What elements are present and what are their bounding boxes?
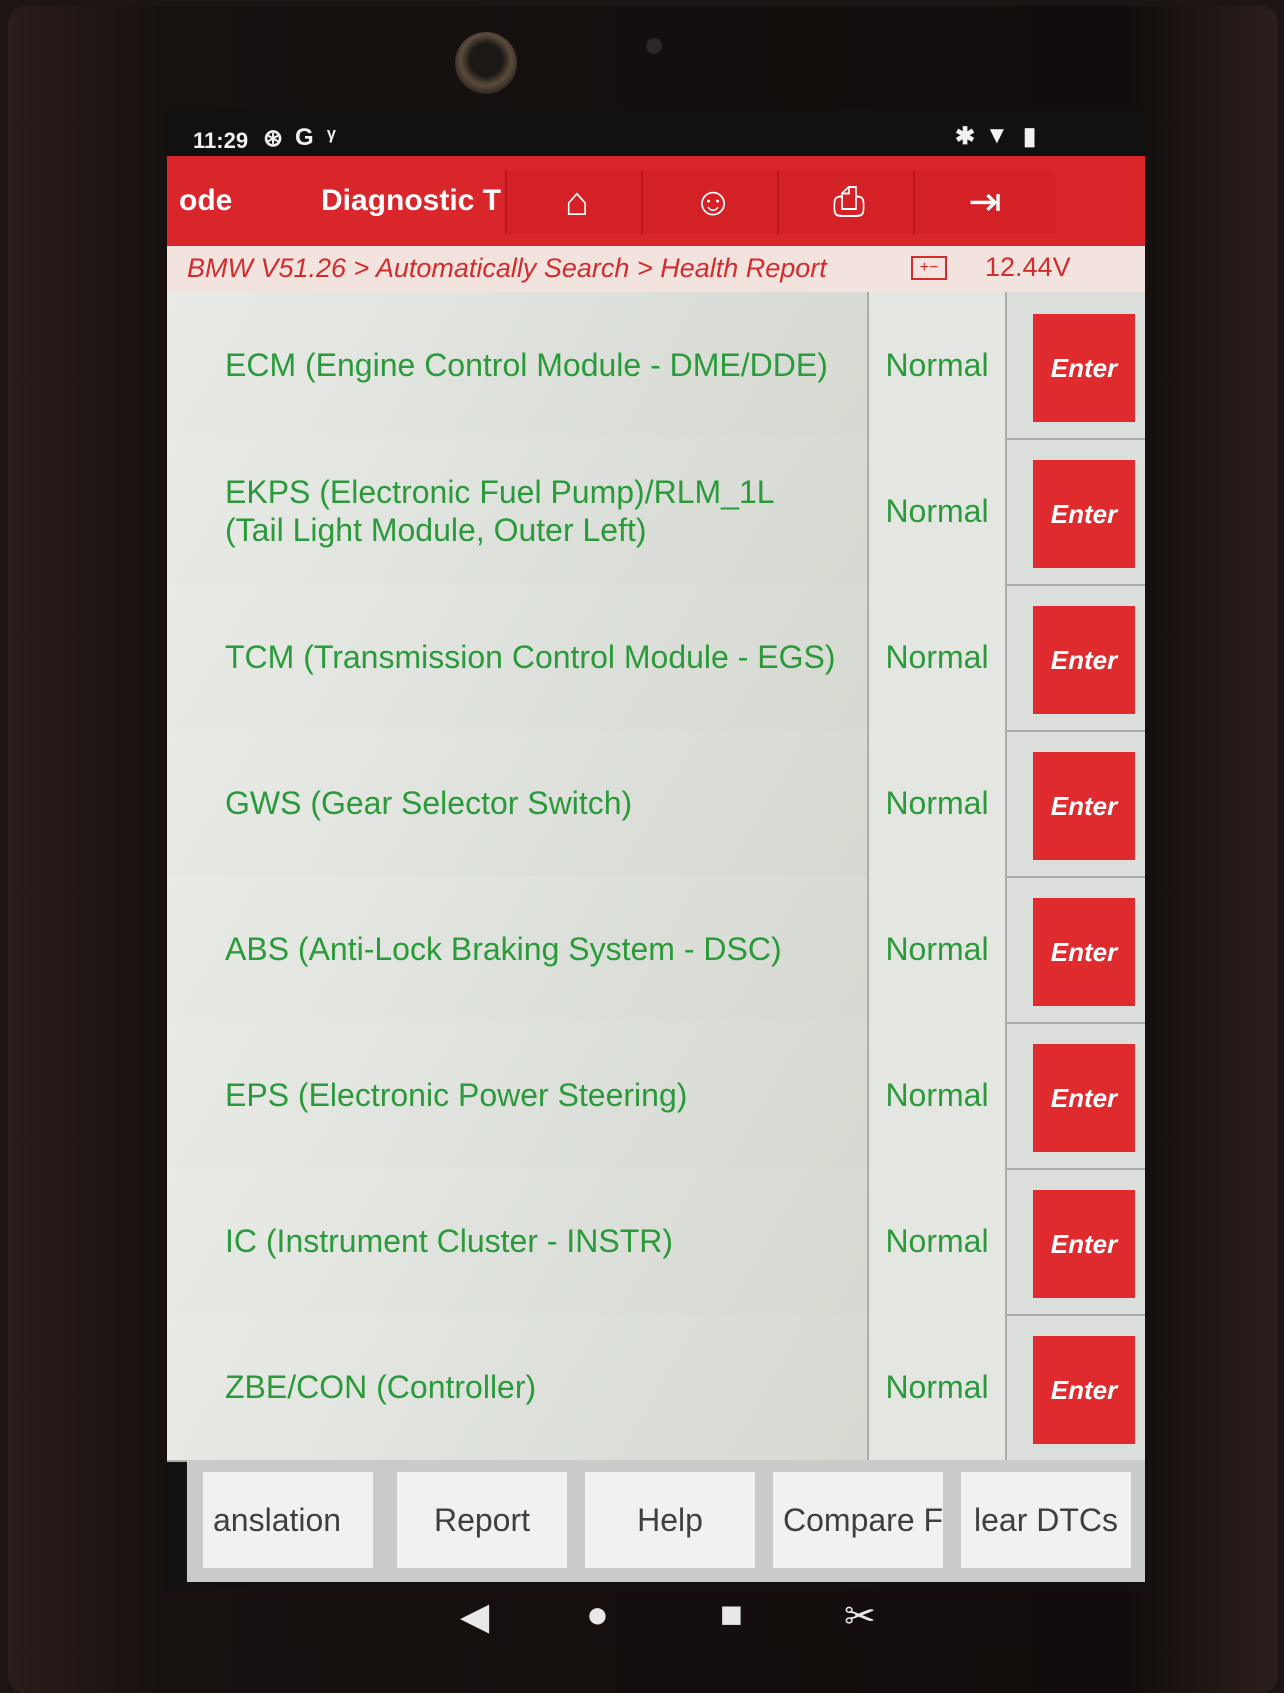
screenshot-icon[interactable]: ✂ <box>844 1594 876 1639</box>
enter-button[interactable]: Enter <box>1033 1190 1135 1298</box>
report-button[interactable]: Report <box>397 1472 567 1568</box>
module-name: EPS (Electronic Power Steering) <box>225 1077 688 1113</box>
module-name: ABS (Anti-Lock Braking System - DSC) <box>225 931 782 967</box>
front-camera <box>455 32 517 94</box>
enter-button[interactable]: Enter <box>1033 898 1135 1006</box>
module-name-cell: ABS (Anti-Lock Braking System - DSC) <box>167 876 869 1022</box>
car-battery-icon: +− <box>911 256 947 280</box>
module-status: Normal <box>869 730 1007 876</box>
module-name: ECM (Engine Control Module - DME/DDE) <box>225 347 828 383</box>
module-name: ZBE/CON (Controller) <box>225 1369 537 1405</box>
translation-button[interactable]: anslation <box>203 1472 373 1568</box>
status-time: 11:29 <box>193 128 249 153</box>
table-row: ABS (Anti-Lock Braking System - DSC) Nor… <box>167 876 1145 1024</box>
google-icon: G <box>295 124 314 151</box>
module-name-cell: GWS (Gear Selector Switch) <box>167 730 869 876</box>
support-icon[interactable]: ☺ <box>641 170 783 234</box>
enter-button[interactable]: Enter <box>1033 606 1135 714</box>
module-status: Normal <box>869 1022 1007 1168</box>
battery-voltage: 12.44V <box>985 252 1071 282</box>
table-row: EKPS (Electronic Fuel Pump)/RLM_1L (Tail… <box>167 438 1145 586</box>
table-row: ECM (Engine Control Module - DME/DDE) No… <box>167 292 1145 440</box>
module-name-cell: ZBE/CON (Controller) <box>167 1314 869 1460</box>
module-name-cell: EKPS (Electronic Fuel Pump)/RLM_1L (Tail… <box>167 438 869 584</box>
module-name: GWS (Gear Selector Switch) <box>225 785 633 821</box>
light-sensor <box>646 38 662 54</box>
bluetooth-notification-icon: ⊛ <box>263 125 284 152</box>
enter-button[interactable]: Enter <box>1033 752 1135 860</box>
module-name-cell: EPS (Electronic Power Steering) <box>167 1022 869 1168</box>
clear-dtcs-button[interactable]: lear DTCs <box>961 1472 1131 1568</box>
module-status: Normal <box>869 876 1007 1022</box>
app-bar: ode Diagnostic T ⌂ ☺ ⎙ ⇥ <box>167 156 1145 246</box>
module-status: Normal <box>869 1314 1007 1460</box>
recents-icon[interactable]: ■ <box>720 1594 743 1637</box>
module-name: IC (Instrument Cluster - INSTR) <box>225 1223 674 1259</box>
home-icon[interactable]: ⌂ <box>505 170 647 234</box>
print-icon[interactable]: ⎙ <box>777 170 919 234</box>
tab-previous[interactable]: ode <box>179 156 289 246</box>
enter-button[interactable]: Enter <box>1033 314 1135 422</box>
module-name-cell: IC (Instrument Cluster - INSTR) <box>167 1168 869 1314</box>
module-name-cell: TCM (Transmission Control Module - EGS) <box>167 584 869 730</box>
enter-button[interactable]: Enter <box>1033 1336 1135 1444</box>
help-button[interactable]: Help <box>585 1472 755 1568</box>
tab-diagnostic[interactable]: Diagnostic T <box>321 156 501 246</box>
module-list: ECM (Engine Control Module - DME/DDE) No… <box>167 292 1145 1462</box>
module-status: Normal <box>869 292 1007 438</box>
status-bar: 11:29 ⊛ G ᵞ ✱ ▼ ▮ <box>165 110 1145 158</box>
table-row: ZBE/CON (Controller) Normal Enter <box>167 1314 1145 1462</box>
module-status: Normal <box>869 438 1007 584</box>
breadcrumb-path: BMW V51.26 > Automatically Search > Heal… <box>187 253 827 283</box>
bluetooth-icon: ✱ <box>955 123 976 150</box>
module-status: Normal <box>869 1168 1007 1314</box>
module-status: Normal <box>869 584 1007 730</box>
table-row: GWS (Gear Selector Switch) Normal Enter <box>167 730 1145 878</box>
wifi-icon: ▼ <box>985 122 1009 149</box>
battery-icon: ▮ <box>1023 123 1037 150</box>
module-name-cell: ECM (Engine Control Module - DME/DDE) <box>167 292 869 438</box>
exit-icon[interactable]: ⇥ <box>913 170 1055 234</box>
enter-button[interactable]: Enter <box>1033 1044 1135 1152</box>
module-name: EKPS (Electronic Fuel Pump)/RLM_1L (Tail… <box>225 474 774 548</box>
enter-button[interactable]: Enter <box>1033 460 1135 568</box>
breadcrumb: BMW V51.26 > Automatically Search > Heal… <box>167 246 1145 292</box>
compare-button[interactable]: Compare F <box>773 1472 943 1568</box>
usb-debug-icon: ᵞ <box>327 124 336 151</box>
table-row: TCM (Transmission Control Module - EGS) … <box>167 584 1145 732</box>
table-row: EPS (Electronic Power Steering) Normal E… <box>167 1022 1145 1170</box>
android-nav-bar: ◀ ● ■ ✂ <box>360 1590 920 1660</box>
home-circle-icon[interactable]: ● <box>586 1594 609 1637</box>
bottom-toolbar: anslation Report Help Compare F lear DTC… <box>187 1460 1145 1582</box>
table-row: IC (Instrument Cluster - INSTR) Normal E… <box>167 1168 1145 1316</box>
back-icon[interactable]: ◀ <box>460 1594 489 1639</box>
module-name: TCM (Transmission Control Module - EGS) <box>225 639 836 675</box>
